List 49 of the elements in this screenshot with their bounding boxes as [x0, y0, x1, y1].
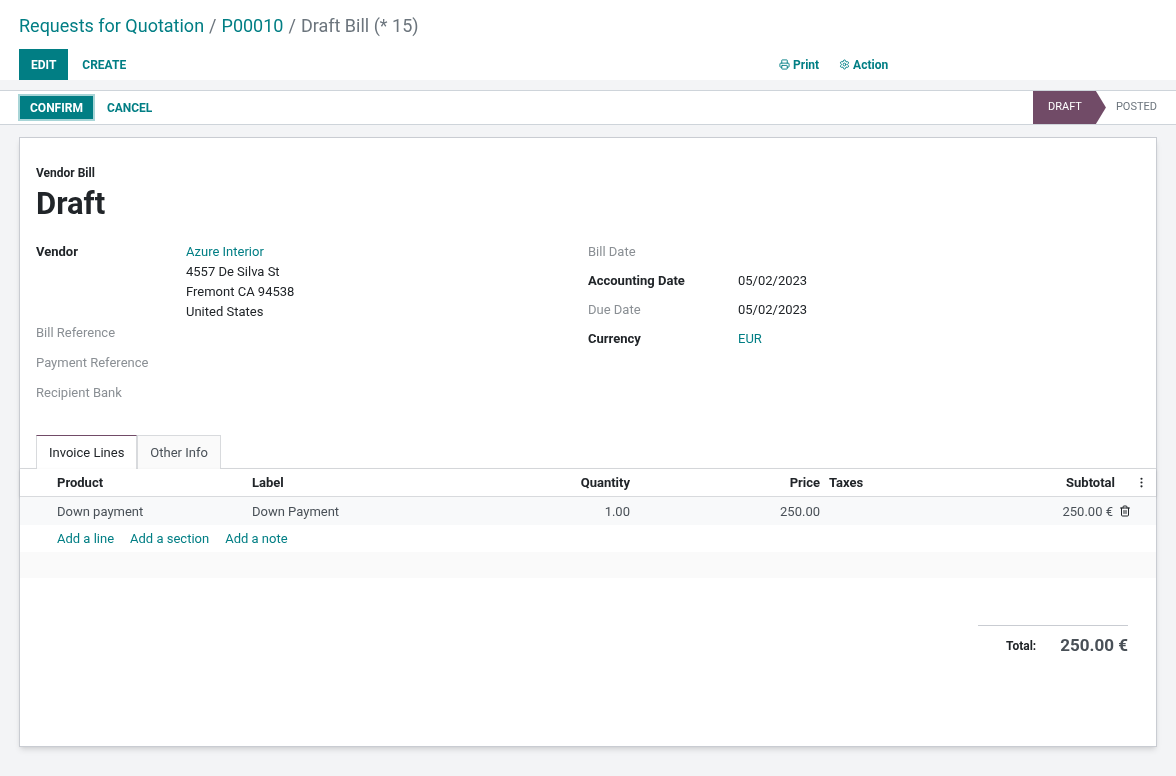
- address-line: United States: [186, 303, 265, 321]
- tab[interactable]: Invoice Lines: [36, 435, 138, 469]
- action-button[interactable]: Action: [839, 55, 889, 74]
- add-link[interactable]: Add a section: [130, 528, 210, 549]
- table-cell: 250.00 €: [1062, 504, 1113, 519]
- total-label: Total:: [1006, 637, 1037, 655]
- table-cell: 250.00: [780, 504, 820, 519]
- table-cell: Down Payment: [252, 504, 340, 519]
- tab[interactable]: Other Info: [137, 435, 221, 469]
- add-link[interactable]: Add a line: [57, 528, 115, 549]
- address-line: Fremont CA 94538: [186, 283, 295, 301]
- breadcrumb-separator: /: [288, 14, 296, 38]
- print-icon: [779, 59, 790, 70]
- print-button[interactable]: Print: [779, 55, 820, 74]
- document-type: Vendor Bill: [36, 165, 96, 182]
- breadcrumb: Draft Bill (* 15): [300, 14, 419, 38]
- status-stage[interactable]: DRAFT: [1033, 91, 1106, 124]
- field-link[interactable]: EUR: [738, 329, 762, 349]
- column-header[interactable]: Label: [252, 472, 542, 493]
- column-header[interactable]: Price: [630, 472, 820, 493]
- field-value: 05/02/2023: [738, 301, 808, 319]
- column-header[interactable]: Quantity: [542, 472, 630, 493]
- table-cell: 1.00: [604, 504, 630, 519]
- column-header[interactable]: Taxes: [820, 472, 900, 493]
- address-line: 4557 De Silva St: [186, 263, 281, 281]
- total-amount: 250.00 €: [1060, 634, 1128, 657]
- breadcrumb-separator: /: [209, 14, 217, 38]
- field-label: Due Date: [588, 301, 642, 319]
- field-label: Payment Reference: [36, 354, 150, 372]
- status-stage[interactable]: POSTED: [1105, 91, 1159, 124]
- document-title: Draft: [36, 184, 107, 224]
- field-value: 05/02/2023: [738, 272, 808, 290]
- field-label: Bill Date: [588, 243, 637, 261]
- add-link[interactable]: Add a note: [225, 528, 288, 549]
- delete-icon: [1119, 505, 1131, 517]
- edit-button[interactable]: EDIT: [19, 49, 69, 80]
- field-label: Accounting Date: [588, 272, 686, 290]
- column-header[interactable]: Subtotal: [900, 472, 1115, 493]
- field-label: Bill Reference: [36, 324, 117, 342]
- field-label: Vendor: [36, 243, 79, 261]
- table-cell: Down payment: [57, 504, 144, 519]
- gear-icon: [839, 59, 851, 70]
- breadcrumb[interactable]: P00010: [221, 12, 284, 39]
- breadcrumb[interactable]: Requests for Quotation: [19, 12, 205, 39]
- field-link[interactable]: Azure Interior: [186, 242, 295, 262]
- field-label: Recipient Bank: [36, 384, 123, 402]
- column-header[interactable]: Product: [57, 472, 252, 493]
- confirm-button[interactable]: CONFIRM: [18, 94, 95, 121]
- field-label: Currency: [588, 330, 642, 348]
